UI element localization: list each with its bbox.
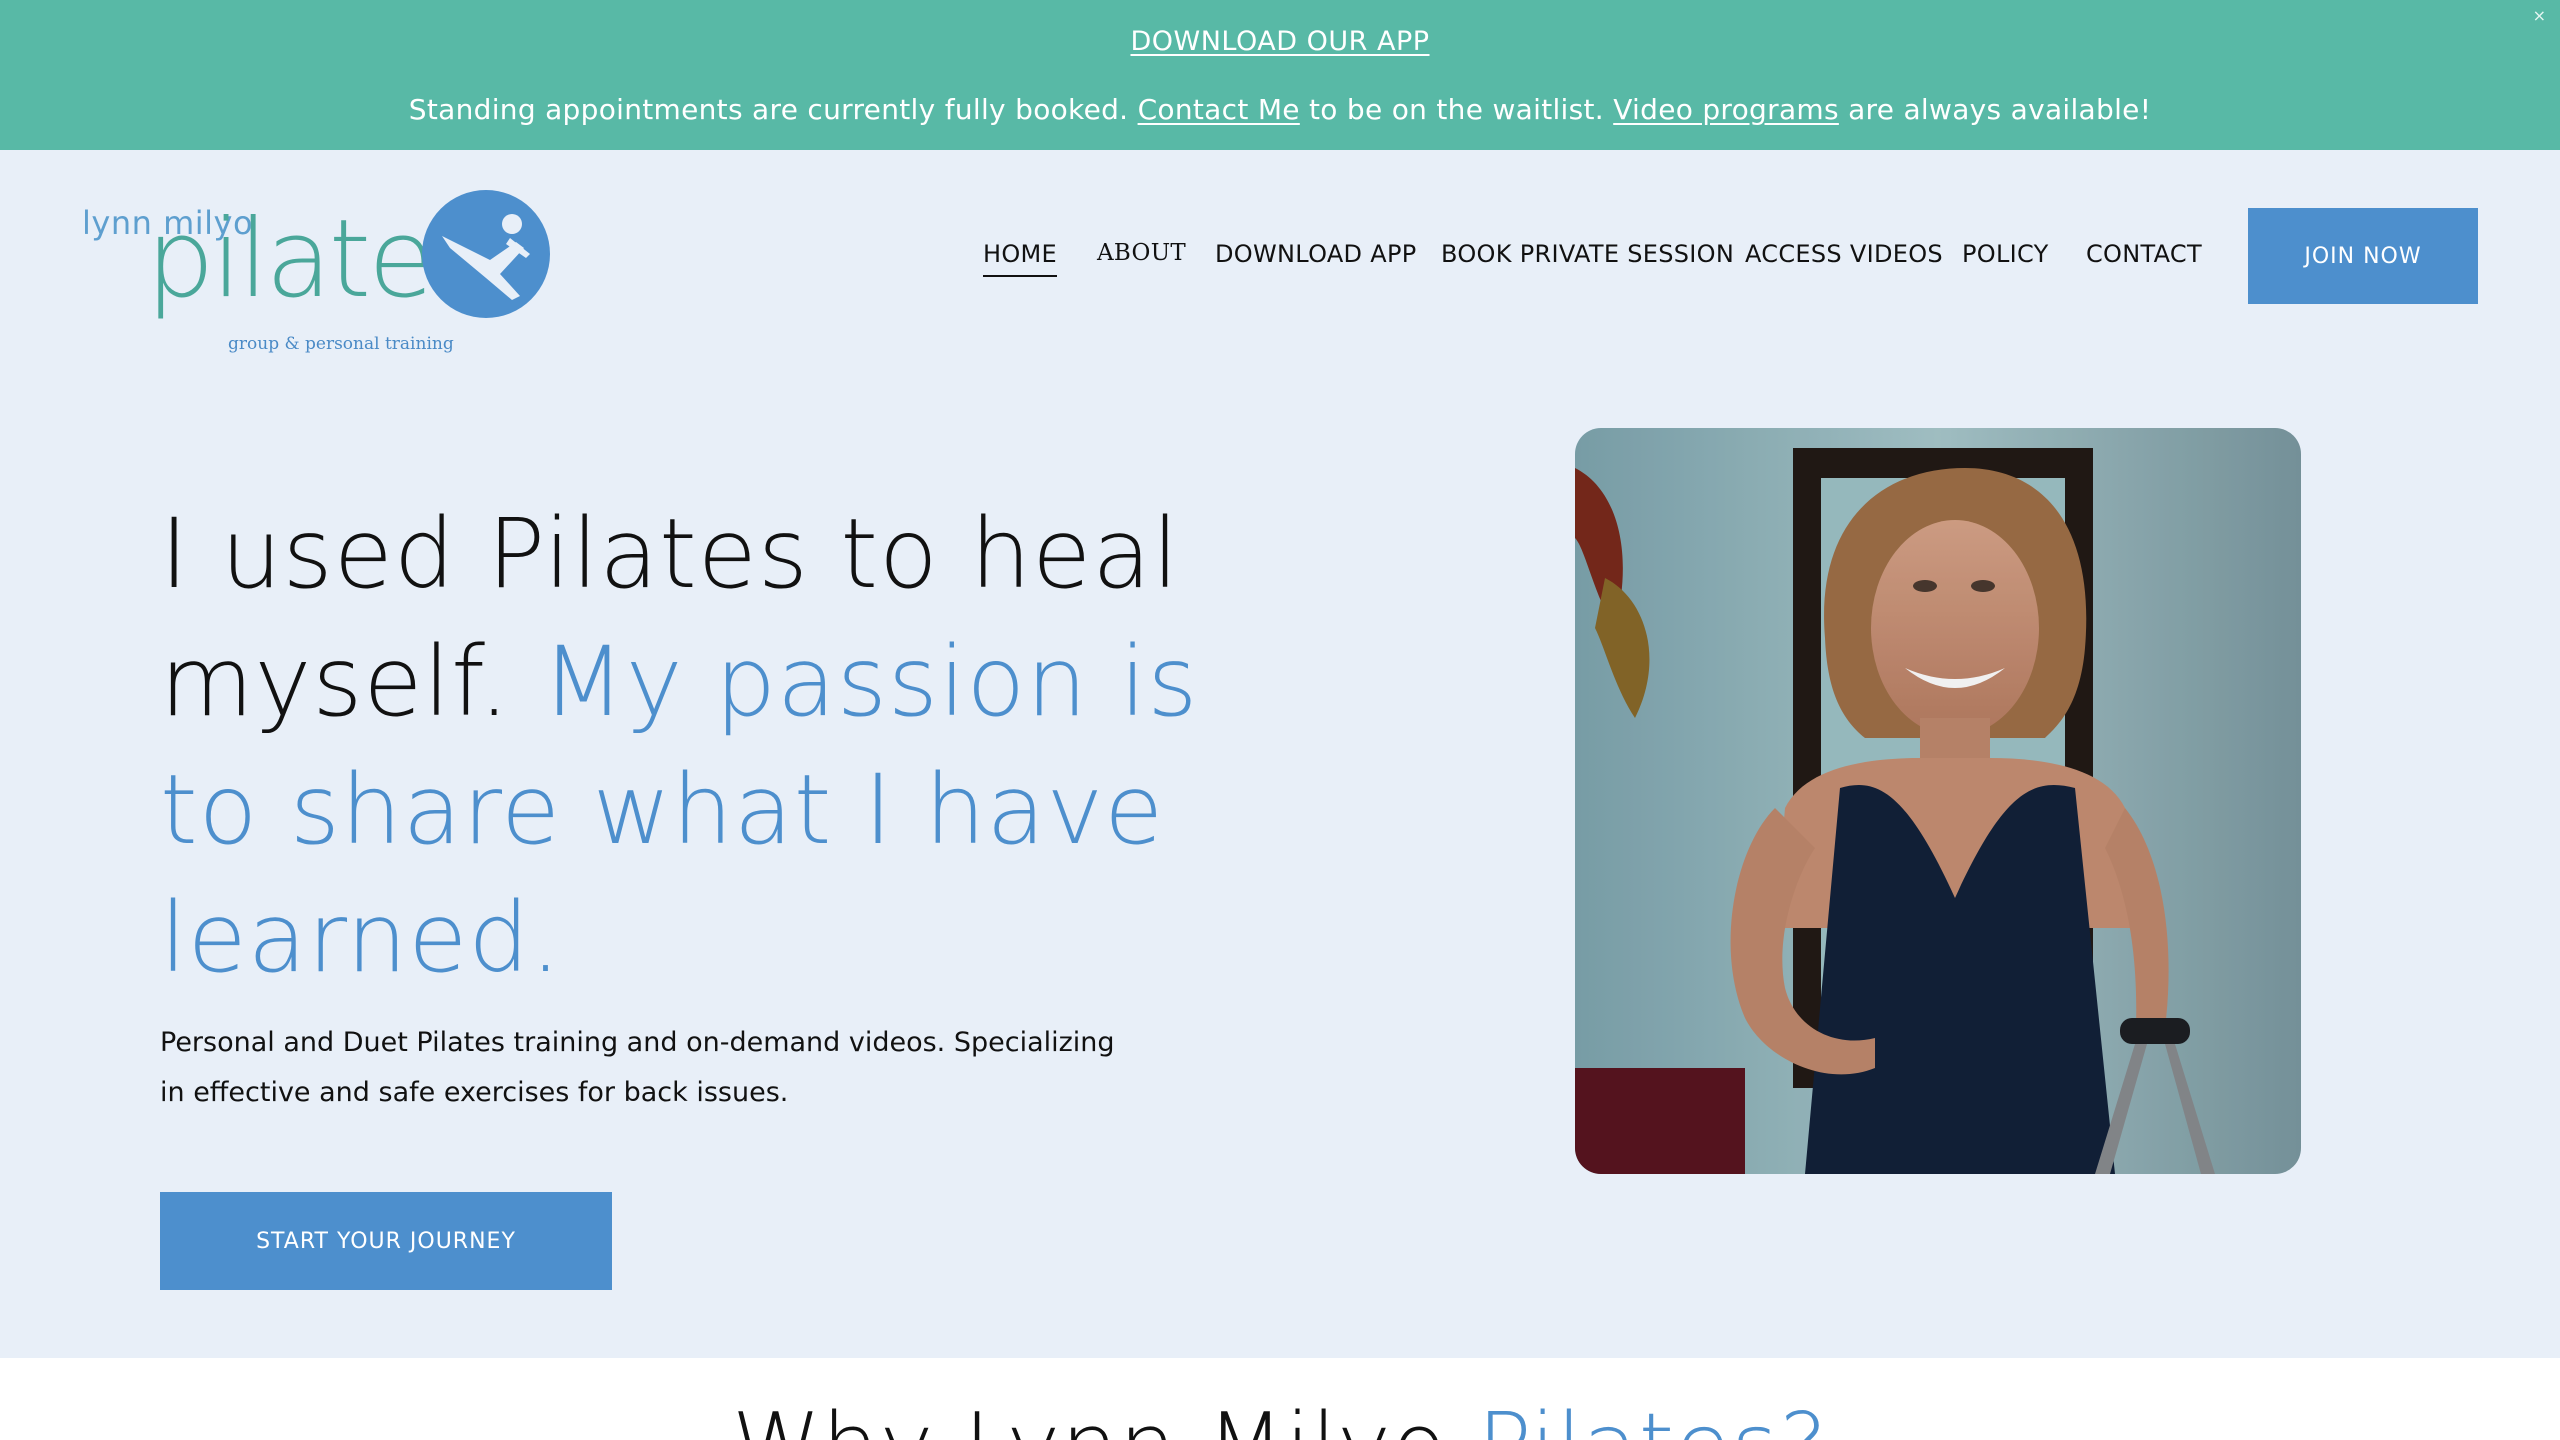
close-icon[interactable]: × (2533, 6, 2546, 25)
instructor-photo (1575, 428, 2301, 1174)
announcement-text-2: to be on the waitlist. (1299, 93, 1614, 126)
join-now-button[interactable]: JOIN NOW (2248, 208, 2478, 304)
site-header: lynn milyo pilates group & personal trai… (0, 150, 2560, 360)
nav-download-app[interactable]: DOWNLOAD APP (1215, 240, 1417, 268)
contact-me-link[interactable]: Contact Me (1138, 93, 1300, 126)
announcement-message: Standing appointments are currently full… (0, 93, 2560, 126)
instructor-photo-graphic (1575, 428, 2301, 1174)
start-journey-button[interactable]: START YOUR JOURNEY (160, 1192, 612, 1290)
hero-subtitle: Personal and Duet Pilates training and o… (160, 1027, 1115, 1108)
pilates-figure-icon (422, 190, 550, 318)
nav-contact[interactable]: CONTACT (2086, 240, 2202, 268)
nav-access-videos[interactable]: ACCESS VIDEOS (1745, 240, 1943, 268)
download-app-link[interactable]: DOWNLOAD OUR APP (0, 26, 2560, 57)
why-heading-accent: Pilates? (1477, 1394, 1828, 1440)
why-heading-plain: Why Lynn Milyo (732, 1394, 1477, 1440)
nav-home[interactable]: HOME (983, 240, 1058, 277)
hero-title: I used Pilates to heal myself. My passio… (160, 490, 1220, 1002)
announcement-bar: DOWNLOAD OUR APP Standing appointments a… (0, 0, 2560, 150)
why-section: Why Lynn Milyo Pilates? (0, 1358, 2560, 1440)
nav-book-private-session[interactable]: BOOK PRIVATE SESSION (1441, 240, 1734, 268)
announcement-text-1: Standing appointments are currently full… (408, 93, 1138, 126)
logo-tagline: group & personal training (228, 334, 454, 354)
why-heading: Why Lynn Milyo Pilates? (0, 1394, 2560, 1440)
site-logo[interactable]: lynn milyo pilates group & personal trai… (80, 188, 555, 354)
video-programs-link[interactable]: Video programs (1613, 93, 1839, 126)
nav-about[interactable]: ABOUT (1097, 240, 1186, 266)
announcement-text-3: are always available! (1838, 93, 2152, 126)
nav-policy[interactable]: POLICY (1962, 240, 2049, 268)
